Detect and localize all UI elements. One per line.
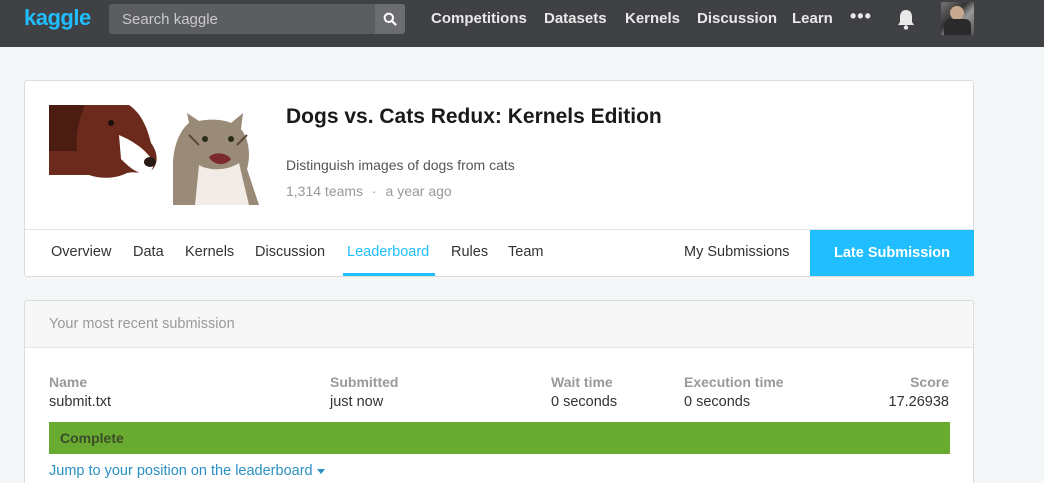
tab-leaderboard[interactable]: Leaderboard: [347, 244, 429, 260]
recent-submission-card: Your most recent submission Name Submitt…: [24, 300, 974, 483]
submission-name: submit.txt: [49, 394, 112, 410]
competition-subtitle: Distinguish images of dogs from cats: [286, 157, 515, 173]
submission-score: 17.26938: [888, 394, 949, 410]
recent-submission-title: Your most recent submission: [49, 316, 235, 332]
active-tab-indicator: [343, 273, 435, 276]
nav-kernels[interactable]: Kernels: [625, 10, 680, 27]
col-exec-header: Execution time: [684, 374, 784, 390]
search-input[interactable]: Search kaggle: [109, 4, 405, 34]
tab-data[interactable]: Data: [133, 244, 164, 260]
submission-wait: 0 seconds: [551, 394, 618, 410]
recent-submission-header: Your most recent submission: [25, 301, 973, 348]
search-placeholder: Search kaggle: [122, 11, 218, 28]
competition-header-card: Dogs vs. Cats Redux: Kernels Edition Dis…: [24, 80, 974, 277]
top-navbar: kaggle Search kaggle Competitions Datase…: [0, 0, 1044, 47]
col-score-header: Score: [910, 374, 949, 390]
tab-rules[interactable]: Rules: [451, 244, 488, 260]
tab-overview[interactable]: Overview: [51, 244, 111, 260]
submission-time: just now: [330, 394, 384, 410]
status-bar: Complete: [49, 422, 950, 454]
search-button[interactable]: [375, 4, 405, 34]
competition-meta: 1,314 teams · a year ago: [286, 183, 452, 199]
nav-datasets[interactable]: Datasets: [544, 10, 607, 27]
jump-to-position-link[interactable]: Jump to your position on the leaderboard: [49, 463, 325, 479]
status-badge: Complete: [60, 430, 124, 446]
caret-down-icon: [316, 468, 325, 474]
search-icon: [383, 12, 397, 26]
tab-discussion[interactable]: Discussion: [255, 244, 325, 260]
meta-separator: ·: [371, 183, 377, 199]
submission-exec: 0 seconds: [684, 394, 751, 410]
competition-age: a year ago: [385, 183, 452, 199]
tab-kernels[interactable]: Kernels: [185, 244, 234, 260]
nav-competitions[interactable]: Competitions: [431, 10, 527, 27]
kaggle-logo[interactable]: kaggle: [24, 5, 91, 31]
notifications-bell-icon[interactable]: [896, 8, 916, 35]
tab-team[interactable]: Team: [508, 244, 543, 260]
jump-link-label: Jump to your position on the leaderboard: [49, 463, 313, 479]
teams-count: 1,314 teams: [286, 183, 364, 199]
more-menu-icon[interactable]: •••: [850, 6, 872, 27]
col-submitted-header: Submitted: [330, 374, 399, 390]
nav-learn[interactable]: Learn: [792, 10, 833, 27]
nav-discussion[interactable]: Discussion: [697, 10, 777, 27]
competition-banner-image: [49, 105, 261, 205]
col-wait-header: Wait time: [551, 374, 613, 390]
competition-title: Dogs vs. Cats Redux: Kernels Edition: [286, 105, 662, 128]
user-avatar[interactable]: [941, 2, 974, 35]
my-submissions-link[interactable]: My Submissions: [684, 244, 790, 260]
col-name-header: Name: [49, 374, 88, 390]
late-submission-button[interactable]: Late Submission: [810, 230, 974, 276]
